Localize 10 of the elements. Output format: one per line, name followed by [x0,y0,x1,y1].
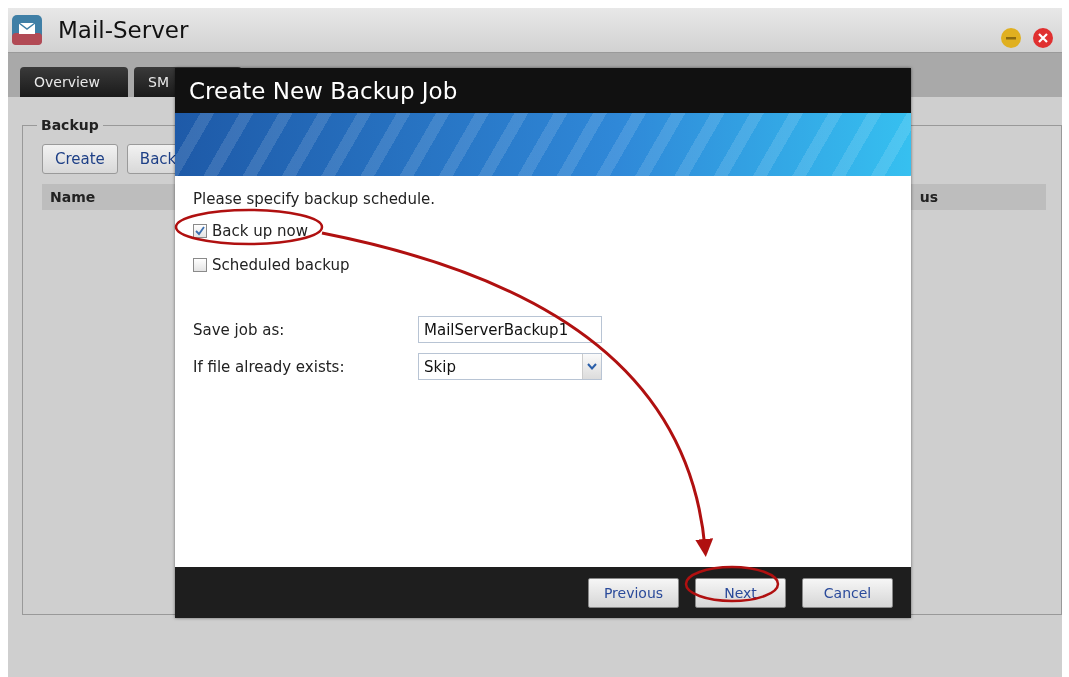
column-header: us [919,189,938,205]
field-label: Save job as: [193,320,286,339]
instruction-text: Please specify backup schedule. [193,190,437,208]
panel-legend: Backup [37,117,103,133]
column-header: Name [50,189,96,205]
checkbox-label: Scheduled backup [212,256,350,274]
dialog-title: Create New Backup Job [189,77,458,104]
field-label: If file already exists: [193,357,346,376]
checkbox-label: Back up now [212,222,308,240]
window-title: Mail-Server [58,17,189,43]
